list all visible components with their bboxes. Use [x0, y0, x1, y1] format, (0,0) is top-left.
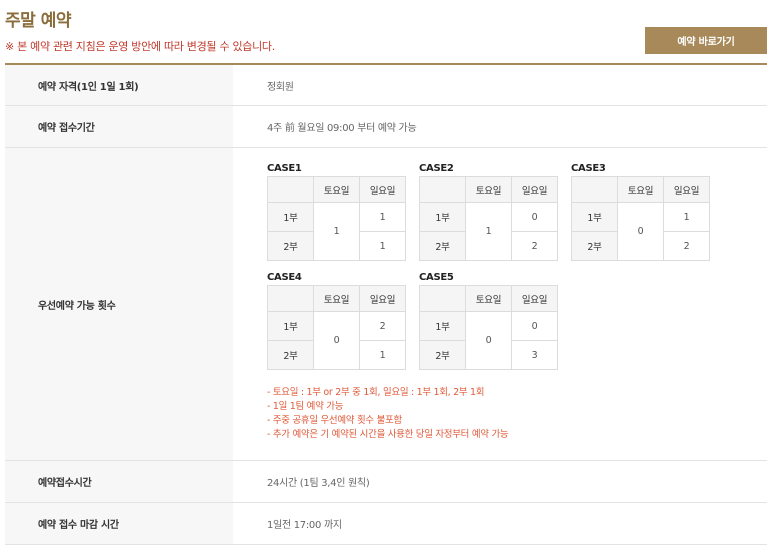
header-part2: 2부 [419, 340, 466, 370]
case-table: 토요일 일요일 1부 0 2 2부 1 [267, 285, 406, 370]
case-title: CASE3 [571, 163, 606, 174]
row-period: 예약 접수기간 4주 前 월요일 09:00 부터 예약 가능 [5, 106, 767, 148]
case-title: CASE2 [419, 163, 454, 174]
case-table: 토요일 일요일 1부 1 0 2부 2 [419, 176, 558, 261]
header-sunday: 일요일 [359, 285, 406, 312]
cell-sunday-part1: 2 [359, 311, 406, 341]
table-corner [571, 176, 618, 203]
header-part1: 1부 [419, 311, 466, 341]
reservation-info-table: 예약 자격(1인 1일 1회) 정회원 예약 접수기간 4주 前 월요일 09:… [5, 63, 767, 545]
table-corner [419, 176, 466, 203]
table-corner [267, 285, 314, 312]
cell-sunday-part1: 1 [663, 202, 710, 232]
case-block: CASE2 토요일 일요일 1부 1 0 2부 2 [419, 162, 571, 261]
header-saturday: 토요일 [465, 176, 512, 203]
table-corner [267, 176, 314, 203]
case-title: CASE4 [267, 272, 302, 283]
row-priority: 우선예약 가능 횟수 CASE1 토요일 일요일 1부 1 1 2부 1 CASE2 토요일 일요일… [5, 148, 767, 461]
cell-saturday: 0 [465, 311, 512, 370]
row-eligibility: 예약 자격(1인 1일 1회) 정회원 [5, 65, 767, 106]
cell-sunday-part2: 1 [359, 231, 406, 261]
note-item: - 주중 공휴일 우선예약 횟수 불포함 [267, 415, 402, 426]
row-value: 4주 前 월요일 09:00 부터 예약 가능 [267, 123, 417, 134]
header-part1: 1부 [571, 202, 618, 232]
header-saturday: 토요일 [465, 285, 512, 312]
cell-sunday-part2: 1 [359, 340, 406, 370]
row-value: 정회원 [267, 81, 294, 93]
header-part1: 1부 [267, 311, 314, 341]
cell-sunday-part2: 2 [511, 231, 558, 261]
cell-sunday-part1: 0 [511, 311, 558, 341]
header-part2: 2부 [267, 340, 314, 370]
note-item: - 토요일 : 1부 or 2부 중 1회, 일요일 : 1부 1회, 2부 1… [267, 387, 485, 398]
cell-sunday-part1: 1 [359, 202, 406, 232]
header-part2: 2부 [267, 231, 314, 261]
row-label: 예약 접수 마감 시간 [5, 503, 233, 544]
header-saturday: 토요일 [313, 285, 360, 312]
table-corner [419, 285, 466, 312]
note-item: - 1일 1팀 예약 가능 [267, 401, 344, 412]
case-table: 토요일 일요일 1부 1 1 2부 1 [267, 176, 406, 261]
header-part1: 1부 [419, 202, 466, 232]
case-title: CASE5 [419, 272, 454, 283]
cell-saturday: 1 [465, 202, 512, 261]
cell-saturday: 1 [313, 202, 360, 261]
case-block: CASE4 토요일 일요일 1부 0 2 2부 1 [267, 271, 419, 370]
cell-saturday: 0 [313, 311, 360, 370]
header-saturday: 토요일 [617, 176, 664, 203]
row-label: 우선예약 가능 횟수 [5, 148, 233, 460]
cell-sunday-part2: 2 [663, 231, 710, 261]
notes-list: - 토요일 : 1부 or 2부 중 1회, 일요일 : 1부 1회, 2부 1… [267, 386, 509, 442]
header-part2: 2부 [419, 231, 466, 261]
notice-text: ※ 본 예약 관련 지침은 운영 방안에 따라 변경될 수 있습니다. [5, 40, 275, 53]
row-value: CASE1 토요일 일요일 1부 1 1 2부 1 CASE2 토요일 일요일 1부 1 0 2부 2 CASE… [233, 148, 767, 460]
header-part2: 2부 [571, 231, 618, 261]
header-sunday: 일요일 [663, 176, 710, 203]
case-title: CASE1 [267, 163, 302, 174]
row-label: 예약 접수기간 [5, 106, 233, 147]
case-table: 토요일 일요일 1부 0 1 2부 2 [571, 176, 710, 261]
case-grid: CASE1 토요일 일요일 1부 1 1 2부 1 CASE2 토요일 일요일 1부 1 0 2부 2 CASE… [267, 162, 727, 380]
header-sunday: 일요일 [359, 176, 406, 203]
header-saturday: 토요일 [313, 176, 360, 203]
case-block: CASE1 토요일 일요일 1부 1 1 2부 1 [267, 162, 419, 261]
cell-saturday: 0 [617, 202, 664, 261]
reservation-shortcut-button[interactable]: 예약 바로가기 [645, 27, 767, 54]
case-block: CASE5 토요일 일요일 1부 0 0 2부 3 [419, 271, 571, 370]
note-item: - 추가 예약은 기 예약된 시간을 사용한 당일 자정부터 예약 가능 [267, 429, 509, 440]
case-table: 토요일 일요일 1부 0 0 2부 3 [419, 285, 558, 370]
row-deadline: 예약 접수 마감 시간 1일전 17:00 까지 [5, 503, 767, 545]
row-label: 예약 자격(1인 1일 1회) [5, 65, 233, 105]
row-label: 예약접수시간 [5, 461, 233, 502]
cell-sunday-part1: 0 [511, 202, 558, 232]
page-title: 주말 예약 [5, 11, 71, 31]
header-sunday: 일요일 [511, 285, 558, 312]
header-sunday: 일요일 [511, 176, 558, 203]
cell-sunday-part2: 3 [511, 340, 558, 370]
row-time: 예약접수시간 24시간 (1팀 3,4인 원칙) [5, 461, 767, 503]
case-block: CASE3 토요일 일요일 1부 0 1 2부 2 [571, 162, 723, 261]
header-part1: 1부 [267, 202, 314, 232]
row-value: 24시간 (1팀 3,4인 원칙) [267, 478, 370, 489]
row-value: 1일전 17:00 까지 [267, 520, 342, 531]
